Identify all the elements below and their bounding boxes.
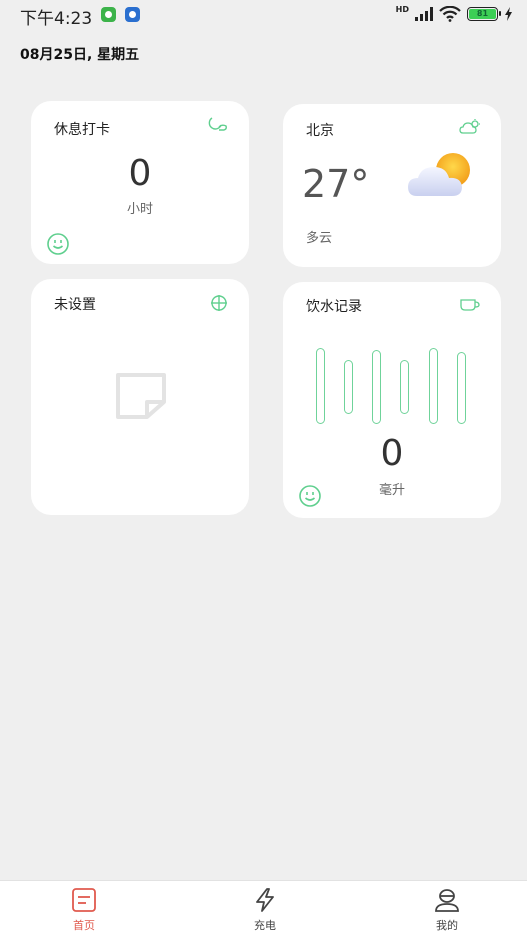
battery-icon: 81 <box>467 7 501 21</box>
nav-label-mine: 我的 <box>436 919 458 932</box>
status-time: 下午4:23 <box>20 9 93 29</box>
wifi-icon <box>439 6 461 22</box>
weather-card[interactable]: 北京 27° 多云 <box>283 104 501 267</box>
rest-checkin-card[interactable]: 休息打卡 0 小时 <box>31 101 249 264</box>
note-placeholder-icon <box>116 373 166 419</box>
nav-label-charge: 充电 <box>254 919 276 932</box>
rest-hours-unit: 小时 <box>126 202 153 217</box>
bottom-navigation: 首页 充电 我的 <box>0 880 527 933</box>
water-bar <box>457 352 466 424</box>
water-bar <box>316 348 325 424</box>
wechat-icon <box>101 7 116 22</box>
water-bar <box>372 350 381 424</box>
date-line: 08月25日, 星期五 <box>20 47 140 63</box>
home-doc-icon <box>72 888 96 912</box>
nav-label-home: 首页 <box>73 919 95 932</box>
signal-icon <box>415 7 433 21</box>
water-amount-value: 0 <box>380 433 404 474</box>
nav-item-mine[interactable]: 我的 <box>417 887 477 933</box>
rest-card-title: 休息打卡 <box>54 122 110 138</box>
water-bar <box>400 360 409 414</box>
lightning-icon <box>256 888 274 912</box>
water-bar <box>344 360 353 414</box>
cloud-sun-icon <box>459 119 480 134</box>
smile-icon[interactable] <box>46 232 70 256</box>
water-bar <box>429 348 438 424</box>
cup-icon <box>460 299 480 311</box>
network-label: HD <box>395 4 409 14</box>
profile-icon <box>435 889 459 912</box>
crosshair-icon[interactable] <box>210 294 228 312</box>
status-icons: HD 81 <box>396 5 513 23</box>
unset-card[interactable]: 未设置 <box>31 279 249 515</box>
charging-icon <box>505 7 512 21</box>
app-screen: 下午4:23 HD 81 08月25日, 星期五 休息打卡 0 小时 北京 27… <box>0 0 527 933</box>
app-store-icon <box>125 7 140 22</box>
smile-icon[interactable] <box>298 484 322 508</box>
weather-condition: 多云 <box>306 231 333 246</box>
water-card-title: 饮水记录 <box>306 299 362 315</box>
unset-card-title: 未设置 <box>54 297 96 313</box>
weather-illustration <box>408 153 470 196</box>
weather-temperature: 27° <box>302 162 370 206</box>
battery-level: 81 <box>469 9 496 19</box>
water-record-card[interactable]: 饮水记录 0 毫升 <box>283 282 501 518</box>
status-bar: 下午4:23 HD 81 <box>0 0 527 30</box>
moon-icon <box>208 117 227 131</box>
nav-item-charge[interactable]: 充电 <box>235 887 295 933</box>
water-level-bars <box>316 348 466 424</box>
rest-hours-value: 0 <box>128 153 152 194</box>
weather-city: 北京 <box>306 123 334 139</box>
nav-item-home[interactable]: 首页 <box>54 887 114 933</box>
